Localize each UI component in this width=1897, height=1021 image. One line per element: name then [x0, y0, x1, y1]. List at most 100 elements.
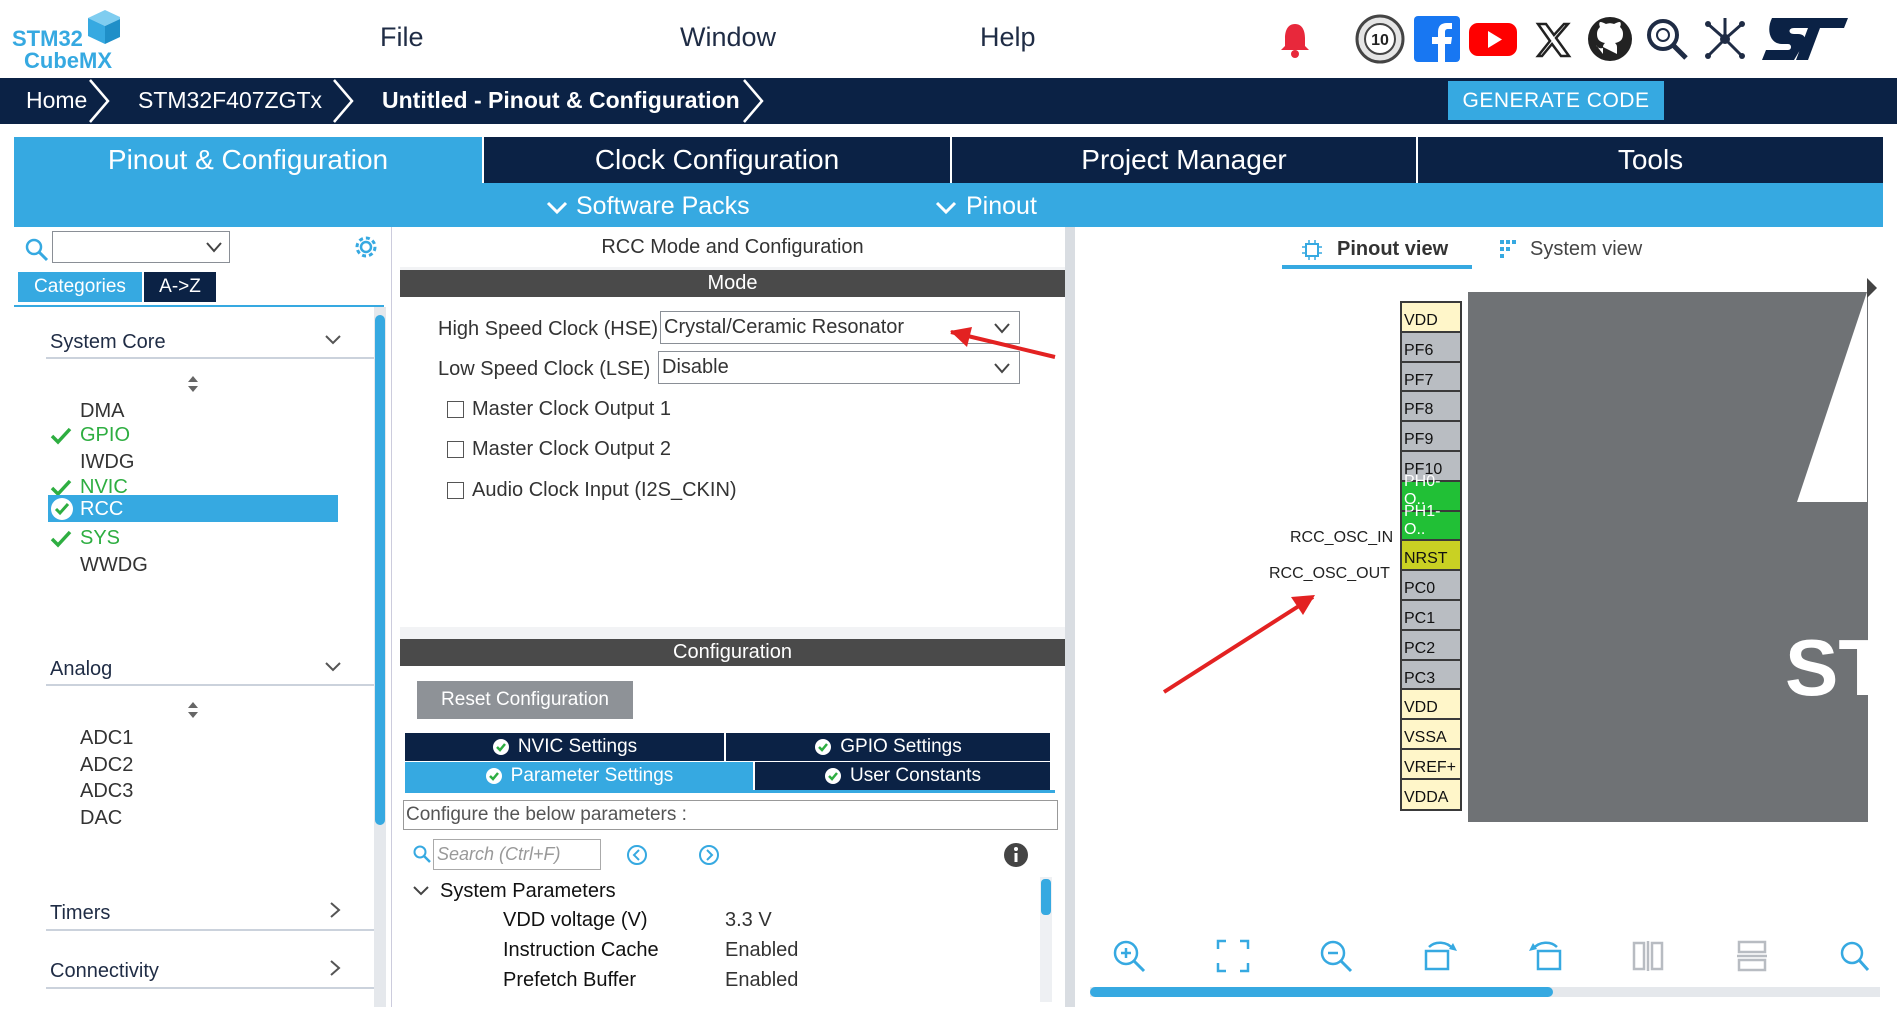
tab-software-packs[interactable]: Software Packs	[576, 192, 750, 221]
pin-vdda[interactable]: VDDA	[1400, 777, 1462, 811]
sort-icon[interactable]	[187, 701, 199, 719]
info-icon[interactable]	[1003, 842, 1029, 868]
breadcrumb-home[interactable]: Home	[26, 87, 87, 114]
menu-window[interactable]: Window	[680, 22, 776, 53]
next-icon[interactable]	[698, 844, 720, 866]
param-search-input[interactable]: Search (Ctrl+F)	[433, 839, 601, 870]
mco2-checkbox[interactable]	[447, 441, 464, 458]
param-value[interactable]: 3.3 V	[725, 909, 772, 932]
x-twitter-icon[interactable]	[1528, 14, 1578, 64]
zoom-out-icon[interactable]	[1319, 939, 1353, 973]
scroll-right-icon[interactable]	[1865, 273, 1879, 303]
list-item-dac[interactable]: DAC	[80, 807, 122, 830]
tab-clock-configuration[interactable]: Clock Configuration	[484, 137, 950, 183]
list-item-adc2[interactable]: ADC2	[80, 754, 133, 777]
network-icon[interactable]	[1700, 14, 1750, 64]
search-pin-icon[interactable]	[1839, 939, 1869, 973]
pin-vref-[interactable]: VREF+	[1400, 748, 1462, 781]
search-input[interactable]	[52, 231, 230, 263]
horizontal-scrollbar-thumb[interactable]	[1090, 987, 1553, 997]
gear-icon[interactable]	[352, 233, 380, 261]
chevron-right-icon[interactable]	[328, 959, 342, 977]
category-timers[interactable]: Timers	[50, 902, 110, 925]
anniversary-badge-icon[interactable]: 10	[1355, 14, 1405, 64]
tab-tools[interactable]: Tools	[1418, 137, 1883, 183]
param-scrollbar-thumb[interactable]	[1041, 879, 1051, 915]
pin-vssa[interactable]: VSSA	[1400, 718, 1462, 752]
tab-system-view[interactable]: System view	[1530, 238, 1642, 261]
facebook-icon[interactable]	[1412, 14, 1462, 64]
pin-pc1[interactable]: PC1	[1400, 599, 1462, 632]
tab-categories[interactable]: Categories	[18, 272, 142, 302]
rotate-right-icon[interactable]	[1423, 939, 1459, 973]
list-item-adc3[interactable]: ADC3	[80, 780, 133, 803]
list-item-adc1[interactable]: ADC1	[80, 727, 133, 750]
mco2-label: Master Clock Output 2	[472, 438, 671, 460]
list-item-wwdg[interactable]: WWDG	[80, 554, 148, 577]
tab-pinout[interactable]: Pinout	[966, 192, 1037, 221]
tab-a-z[interactable]: A->Z	[144, 272, 216, 302]
zoom-in-icon[interactable]	[1112, 939, 1146, 973]
tab-user-constants[interactable]: User Constants	[755, 762, 1050, 790]
menu-file[interactable]: File	[380, 22, 424, 53]
search-icon	[24, 237, 50, 263]
tab-label: NVIC Settings	[517, 736, 638, 757]
category-system-core[interactable]: System Core	[50, 331, 166, 354]
breadcrumb-current[interactable]: Untitled - Pinout & Configuration	[382, 87, 740, 114]
tab-project-manager[interactable]: Project Manager	[952, 137, 1416, 183]
chevron-right-icon[interactable]	[328, 901, 342, 919]
pin-pc3[interactable]: PC3	[1400, 658, 1462, 692]
pin-pc0[interactable]: PC0	[1400, 569, 1462, 603]
pin-pf7[interactable]: PF7	[1400, 360, 1462, 394]
tab-parameter-settings[interactable]: Parameter Settings	[405, 762, 753, 790]
breadcrumb-device[interactable]: STM32F407ZGTx	[138, 87, 322, 114]
list-item-rcc[interactable]: RCC	[80, 498, 123, 521]
tab-pinout-view[interactable]: Pinout view	[1337, 238, 1448, 261]
chevron-down-icon[interactable]	[324, 660, 342, 674]
github-icon[interactable]	[1585, 14, 1635, 64]
pin-pf9[interactable]: PF9	[1400, 420, 1462, 454]
category-connectivity[interactable]: Connectivity	[50, 960, 159, 983]
list-item-sys[interactable]: SYS	[80, 527, 120, 550]
bell-icon[interactable]	[1275, 20, 1315, 60]
tab-pinout-configuration[interactable]: Pinout & Configuration	[14, 137, 482, 183]
param-value[interactable]: Enabled	[725, 969, 798, 992]
sort-icon[interactable]	[187, 375, 199, 393]
generate-code-button[interactable]: GENERATE CODE	[1448, 81, 1664, 120]
flip-vertical-icon[interactable]	[1631, 939, 1665, 973]
hse-select-value: Crystal/Ceramic Resonator	[664, 316, 905, 338]
param-value[interactable]: Enabled	[725, 939, 798, 962]
pin-ph1-o-[interactable]: PH1-O..	[1400, 503, 1462, 543]
i2s-ckin-checkbox[interactable]	[447, 482, 464, 499]
youtube-icon[interactable]	[1468, 14, 1518, 64]
previous-icon[interactable]	[626, 844, 648, 866]
breadcrumb-chevron-icon	[89, 79, 110, 123]
tab-nvic-settings[interactable]: NVIC Settings	[405, 733, 724, 761]
category-analog[interactable]: Analog	[50, 658, 112, 681]
pin-vdd[interactable]: VDD	[1400, 688, 1462, 722]
pin-nrst[interactable]: NRST	[1400, 539, 1462, 573]
pinout-panel: Pinout view System view ST VDD PF6 PF7 PF8 P…	[950, 227, 1887, 1007]
left-scrollbar-thumb[interactable]	[375, 315, 385, 825]
community-search-icon[interactable]	[1642, 14, 1692, 64]
list-item-dma[interactable]: DMA	[80, 400, 124, 423]
chevron-down-icon[interactable]	[412, 884, 430, 898]
st-logo-icon[interactable]	[1760, 14, 1850, 64]
mco1-checkbox[interactable]	[447, 401, 464, 418]
pin-pc2[interactable]: PC2	[1400, 628, 1462, 662]
panel-splitter[interactable]	[1065, 227, 1075, 1007]
pin-pf6[interactable]: PF6	[1400, 330, 1462, 364]
rotate-left-icon[interactable]	[1527, 939, 1563, 973]
check-circle-icon	[815, 739, 832, 755]
pin-vdd[interactable]: VDD	[1400, 301, 1462, 334]
flip-horizontal-icon[interactable]	[1735, 939, 1769, 973]
list-item-gpio[interactable]: GPIO	[80, 424, 130, 447]
fit-screen-icon[interactable]	[1216, 939, 1250, 973]
reset-configuration-button[interactable]: Reset Configuration	[417, 681, 633, 719]
tab-gpio-settings[interactable]: GPIO Settings	[726, 733, 1050, 761]
list-item-iwdg[interactable]: IWDG	[80, 451, 134, 474]
chevron-down-icon[interactable]	[324, 333, 342, 347]
pin-pf8[interactable]: PF8	[1400, 390, 1462, 424]
menu-help[interactable]: Help	[980, 22, 1036, 53]
lse-select[interactable]: Disable	[658, 351, 1020, 384]
